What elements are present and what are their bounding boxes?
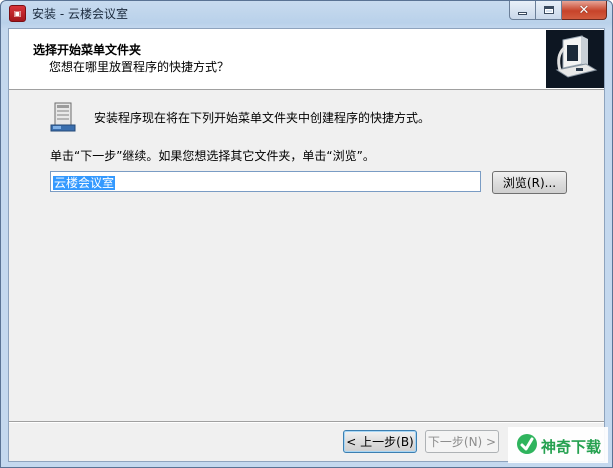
next-button[interactable]: 下一步(N) > [425,430,499,453]
title-bar[interactable]: ▣ 安装 - 云楼会议室 ✕ [1,1,612,27]
folder-field-value: 云楼会议室 [53,176,116,190]
intro-text: 安装程序现在将在下列开始菜单文件夹中创建程序的快捷方式。 [94,111,431,125]
maximize-button[interactable] [536,1,562,20]
close-button[interactable]: ✕ [562,1,607,20]
installer-window: ▣ 安装 - 云楼会议室 ✕ 选择开始菜单文件夹 您想在哪里放置程序的快捷方式？ [0,0,613,468]
start-menu-folder-field[interactable]: 云楼会议室 [50,171,481,192]
watermark-text: 神奇下载 [541,438,602,456]
wizard-header: 选择开始菜单文件夹 您想在哪里放置程序的快捷方式？ [9,29,604,90]
footer-divider [9,421,604,423]
watermark-logo-icon [517,434,537,454]
page-title: 选择开始菜单文件夹 [33,43,142,57]
minimize-icon [518,11,527,15]
caption-buttons: ✕ [509,1,607,20]
installer-computer-icon [546,30,604,88]
wizard-body: 安装程序现在将在下列开始菜单文件夹中创建程序的快捷方式。 单击“下一步”继续。如… [9,91,604,414]
back-button[interactable]: < 上一步(B) [343,430,417,453]
window-title: 安装 - 云楼会议室 [32,7,128,21]
close-icon: ✕ [578,2,590,18]
instruction-text: 单击“下一步”继续。如果您想选择其它文件夹，单击“浏览”。 [50,149,375,163]
minimize-button[interactable] [509,1,536,20]
installer-app-icon[interactable]: ▣ [9,5,26,22]
browse-button[interactable]: 浏览(R)... [492,171,567,194]
page-subtitle: 您想在哪里放置程序的快捷方式？ [49,60,230,74]
wizard-client-area: 选择开始菜单文件夹 您想在哪里放置程序的快捷方式？ 安装程序现在将在下列开始菜单… [8,28,605,462]
watermark: 神奇下载 [508,427,608,463]
start-menu-folder-icon [47,101,79,133]
maximize-icon [543,6,554,14]
